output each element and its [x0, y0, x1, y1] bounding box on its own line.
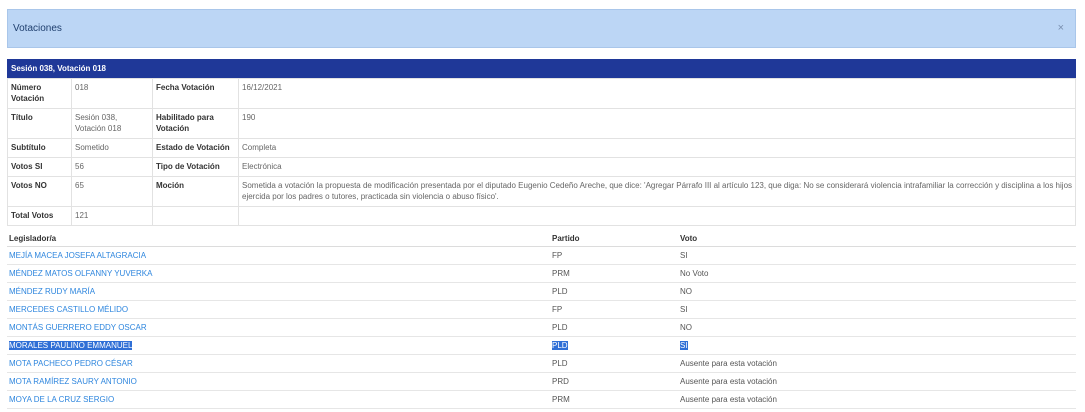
vote-cell: NO [678, 318, 1076, 337]
subtitulo-label: Subtítulo [7, 138, 72, 158]
legislator-link[interactable]: MOTA PACHECO PEDRO CÉSAR [7, 354, 550, 373]
table-row: MEJÍA MACEA JOSEFA ALTAGRACIA FP SI [7, 246, 1076, 265]
party-text: PLD [552, 341, 568, 350]
fecha-value: 16/12/2021 [238, 78, 1076, 109]
tipo-label: Tipo de Votación [152, 157, 239, 177]
legislator-name[interactable]: MERCEDES CASTILLO MÉLIDO [9, 305, 128, 314]
numero-value: 018 [71, 78, 153, 109]
legislator-link[interactable]: MOTA RAMÍREZ SAURY ANTONIO [7, 372, 550, 391]
titulo-label: Título [7, 108, 72, 139]
legislator-link[interactable]: MONTÁS GUERRERO EDDY OSCAR [7, 318, 550, 337]
party-cell: FP [550, 300, 678, 319]
table-row: MÉNDEZ RUDY MARÍA PLD NO [7, 282, 1076, 301]
table-row: MOYA DE LA CRUZ SERGIO PRM Ausente para … [7, 390, 1076, 409]
total-value: 121 [71, 206, 153, 226]
legislator-name[interactable]: MÉNDEZ RUDY MARÍA [9, 287, 95, 296]
estado-label: Estado de Votación [152, 138, 239, 158]
session-header: Sesión 038, Votación 018 [7, 59, 1076, 78]
estado-value: Completa [238, 138, 1076, 158]
legislator-name[interactable]: MOYA DE LA CRUZ SERGIO [9, 395, 114, 404]
legislator-name[interactable]: MOTA RAMÍREZ SAURY ANTONIO [9, 377, 137, 386]
legislator-name[interactable]: MÉNDEZ MATOS OLFANNY YUVERKA [9, 269, 152, 278]
legislator-name[interactable]: MORALES PAULINO EMMANUEL [9, 341, 133, 350]
mocion-label: Moción [152, 176, 239, 207]
voto-header: Voto [678, 232, 1076, 247]
partido-header: Partido [550, 232, 678, 247]
vote-text: SI [680, 341, 688, 350]
empty-cell [152, 206, 239, 226]
table-row: MOTA PACHECO PEDRO CÉSAR PLD Ausente par… [7, 354, 1076, 373]
votes-table: Legislador/a Partido Voto MEJÍA MACEA JO… [7, 232, 1076, 409]
vote-info-table: Número Votación 018 Fecha Votación 16/12… [7, 78, 1076, 226]
votos-si-value: 56 [71, 157, 153, 177]
dialog-header: Votaciones × [7, 9, 1076, 48]
table-row: MOTA RAMÍREZ SAURY ANTONIO PRD Ausente p… [7, 372, 1076, 391]
fecha-label: Fecha Votación [152, 78, 239, 109]
vote-cell: SI [678, 246, 1076, 265]
party-cell: PLD [550, 336, 678, 355]
vote-cell: SI [678, 300, 1076, 319]
legislador-header: Legislador/a [7, 232, 550, 247]
legislator-link[interactable]: MERCEDES CASTILLO MÉLIDO [7, 300, 550, 319]
party-cell: PLD [550, 354, 678, 373]
legislator-link[interactable]: MÉNDEZ MATOS OLFANNY YUVERKA [7, 264, 550, 283]
legislator-name[interactable]: MOTA PACHECO PEDRO CÉSAR [9, 359, 133, 368]
party-cell: PLD [550, 318, 678, 337]
mocion-value: Sometida a votación la propuesta de modi… [238, 176, 1076, 207]
subtitulo-value: Sometido [71, 138, 153, 158]
vote-cell: NO [678, 282, 1076, 301]
table-row: MERCEDES CASTILLO MÉLIDO FP SI [7, 300, 1076, 319]
legislator-link[interactable]: MÉNDEZ RUDY MARÍA [7, 282, 550, 301]
habilitado-value: 190 [238, 108, 1076, 139]
party-cell: FP [550, 246, 678, 265]
party-cell: PRM [550, 390, 678, 409]
titulo-value: Sesión 038, Votación 018 [71, 108, 153, 139]
vote-cell: Ausente para esta votación [678, 390, 1076, 409]
legislator-name[interactable]: MONTÁS GUERRERO EDDY OSCAR [9, 323, 147, 332]
votos-no-label: Votos NO [7, 176, 72, 207]
legislator-name[interactable]: MEJÍA MACEA JOSEFA ALTAGRACIA [9, 251, 146, 260]
table-row: MÉNDEZ MATOS OLFANNY YUVERKA PRM No Voto [7, 264, 1076, 283]
vote-cell: Ausente para esta votación [678, 372, 1076, 391]
party-cell: PRD [550, 372, 678, 391]
legislator-link[interactable]: MOYA DE LA CRUZ SERGIO [7, 390, 550, 409]
table-row: MORALES PAULINO EMMANUEL PLD SI [7, 336, 1076, 355]
party-cell: PLD [550, 282, 678, 301]
habilitado-label: Habilitado para Votación [152, 108, 239, 139]
vote-cell: No Voto [678, 264, 1076, 283]
total-label: Total Votos [7, 206, 72, 226]
empty-cell [238, 206, 1076, 226]
legislator-link[interactable]: MORALES PAULINO EMMANUEL [7, 336, 550, 355]
legislator-link[interactable]: MEJÍA MACEA JOSEFA ALTAGRACIA [7, 246, 550, 265]
vote-cell: SI [678, 336, 1076, 355]
close-icon[interactable]: × [1058, 22, 1064, 34]
party-cell: PRM [550, 264, 678, 283]
numero-label: Número Votación [7, 78, 72, 109]
votos-no-value: 65 [71, 176, 153, 207]
tipo-value: Electrónica [238, 157, 1076, 177]
table-row: MONTÁS GUERRERO EDDY OSCAR PLD NO [7, 318, 1076, 337]
dialog-title: Votaciones [13, 23, 62, 34]
votos-si-label: Votos SI [7, 157, 72, 177]
vote-cell: Ausente para esta votación [678, 354, 1076, 373]
